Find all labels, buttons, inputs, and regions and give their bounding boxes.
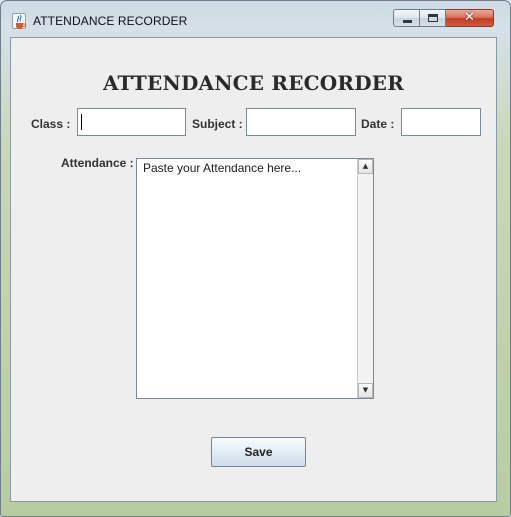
text-caret (81, 114, 82, 130)
vertical-scrollbar[interactable]: ▲ ▼ (357, 159, 373, 398)
date-input[interactable] (401, 108, 481, 136)
attendance-label: Attendance : (61, 156, 134, 170)
application-window: ATTENDANCE RECORDER ✕ ATTENDANCE RECORDE… (0, 0, 511, 517)
window-title: ATTENDANCE RECORDER (33, 14, 188, 28)
maximize-icon (428, 14, 438, 22)
content-pane: ATTENDANCE RECORDER Class : Subject : Da… (10, 37, 497, 502)
subject-input[interactable] (246, 108, 356, 136)
scroll-down-button[interactable]: ▼ (358, 383, 373, 398)
minimize-button[interactable] (393, 9, 420, 27)
close-icon: ✕ (464, 10, 475, 25)
title-bar[interactable]: ATTENDANCE RECORDER ✕ (1, 1, 510, 34)
class-input[interactable] (77, 108, 186, 136)
class-label: Class : (31, 117, 71, 131)
scroll-up-button[interactable]: ▲ (358, 159, 373, 174)
attendance-text: Paste your Attendance here... (143, 161, 302, 175)
save-button[interactable]: Save (211, 437, 306, 467)
java-coffee-icon[interactable] (12, 13, 27, 29)
attendance-textarea[interactable]: Paste your Attendance here... ▲ ▼ (136, 158, 374, 399)
close-button[interactable]: ✕ (446, 9, 494, 27)
form-heading: ATTENDANCE RECORDER (102, 71, 405, 95)
maximize-button[interactable] (420, 9, 446, 27)
minimize-icon (403, 20, 412, 23)
subject-label: Subject : (192, 117, 243, 131)
date-label: Date : (361, 117, 395, 131)
